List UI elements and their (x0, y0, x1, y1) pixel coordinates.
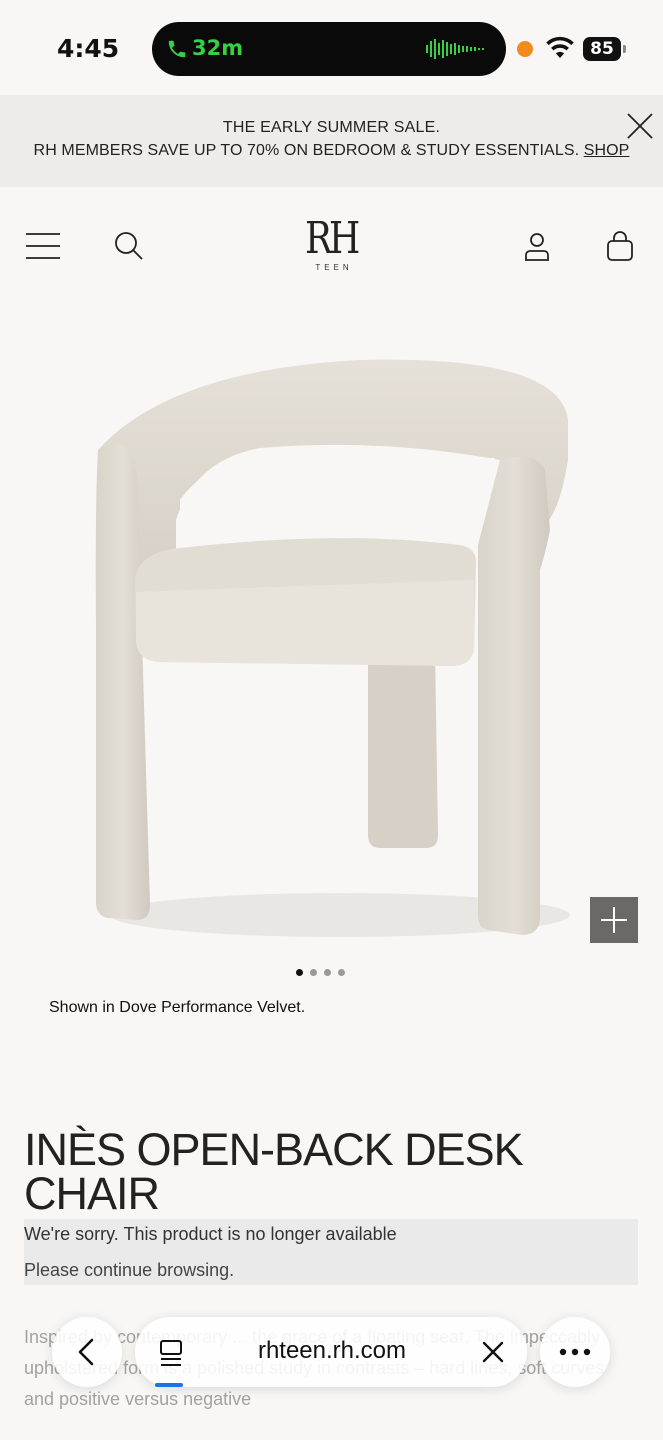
site-header: RH TEEN (0, 187, 663, 297)
chevron-left-icon (78, 1338, 94, 1366)
clock-time: 4:45 (57, 34, 120, 63)
tabs-icon[interactable] (157, 1338, 187, 1368)
close-icon[interactable] (626, 112, 654, 140)
battery-tip (623, 45, 626, 53)
more-options-icon (559, 1348, 591, 1356)
status-bar: 4:45 32m 85 (0, 0, 663, 95)
pagination-dot[interactable] (324, 969, 331, 976)
call-duration: 32m (192, 36, 244, 60)
promo-subline-text: RH MEMBERS SAVE UP TO 70% ON BEDROOM & S… (33, 142, 580, 159)
product-title: INÈS OPEN-BACK DESK CHAIR (24, 1124, 524, 1219)
promo-shop-link[interactable]: SHOP (584, 142, 630, 159)
account-icon[interactable] (522, 231, 552, 261)
pagination-dot[interactable] (338, 969, 345, 976)
hamburger-menu-icon[interactable] (26, 232, 60, 260)
url-text[interactable]: rhteen.rh.com (205, 1337, 459, 1365)
dynamic-island-call[interactable]: 32m (152, 22, 506, 76)
continue-browsing-message: Please continue browsing. (24, 1260, 235, 1280)
browser-address-bar[interactable]: rhteen.rh.com (135, 1317, 527, 1387)
wifi-icon (546, 36, 574, 58)
recording-indicator (517, 41, 533, 57)
logo-rh: RH (304, 213, 360, 264)
image-caption: Shown in Dove Performance Velvet. (49, 999, 306, 1016)
page-load-progress (155, 1383, 183, 1387)
phone-icon (168, 40, 186, 58)
search-icon[interactable] (113, 230, 145, 262)
audio-waveform-icon (426, 39, 484, 59)
plus-icon (601, 907, 627, 933)
pagination-dot[interactable] (296, 969, 303, 976)
promo-headline: THE EARLY SUMMER SALE. (222, 119, 441, 136)
shopping-bag-icon[interactable] (606, 231, 634, 261)
browser-back-button[interactable] (52, 1317, 122, 1387)
battery-icon: 85 (583, 37, 627, 61)
logo-teen: TEEN (315, 263, 353, 272)
availability-notice: We're sorry. This product is no longer a… (24, 1219, 638, 1285)
battery-level: 85 (583, 37, 621, 61)
promo-banner: THE EARLY SUMMER SALE. RH MEMBERS SAVE U… (0, 95, 663, 187)
unavailable-message: We're sorry. This product is no longer a… (24, 1224, 397, 1244)
close-icon[interactable] (481, 1340, 505, 1364)
product-image-chair[interactable] (40, 330, 630, 950)
browser-more-button[interactable] (540, 1317, 610, 1387)
zoom-button[interactable] (590, 897, 638, 943)
pagination-dot[interactable] (310, 969, 317, 976)
promo-subline: RH MEMBERS SAVE UP TO 70% ON BEDROOM & S… (0, 142, 663, 160)
image-pagination-dots[interactable] (294, 969, 346, 977)
rh-teen-logo[interactable]: RH TEEN (298, 217, 364, 273)
